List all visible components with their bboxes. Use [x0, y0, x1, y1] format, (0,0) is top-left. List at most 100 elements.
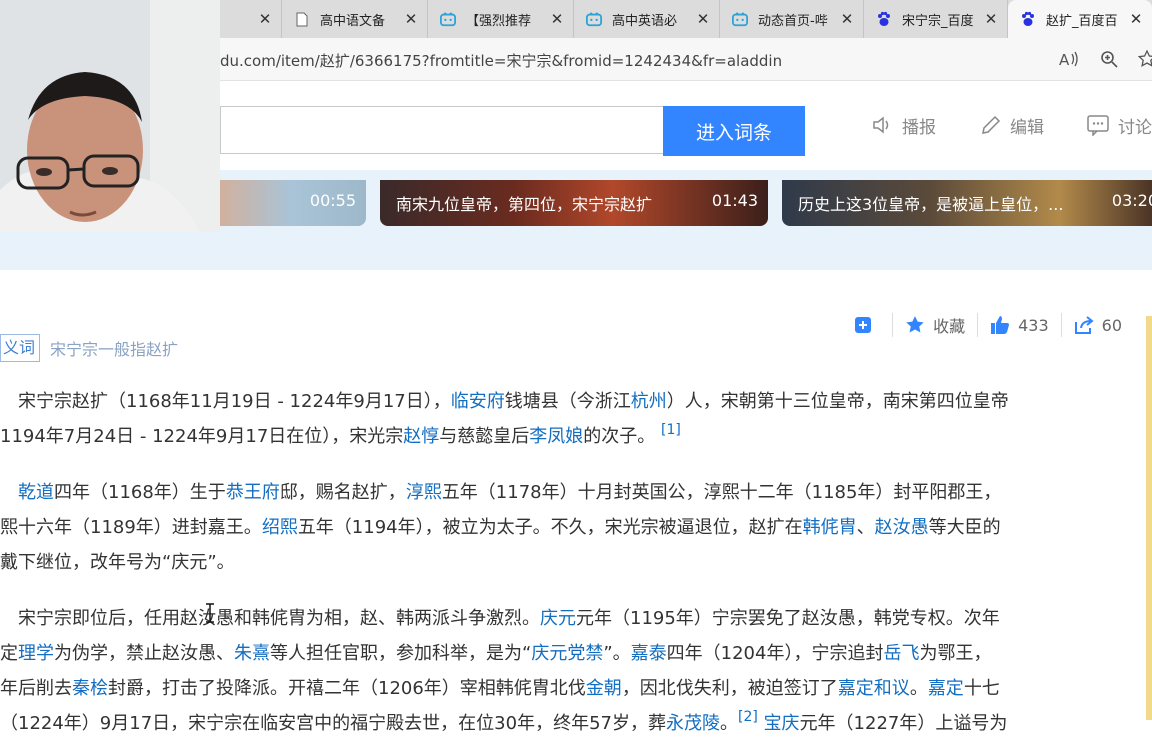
video-title: 南宋九位皇帝，第四位，宋宁宗赵扩 — [396, 195, 653, 214]
broadcast-button[interactable]: 播报 — [872, 112, 936, 138]
link[interactable]: 庆元党禁 — [531, 643, 603, 664]
speaker-icon — [873, 116, 889, 134]
link[interactable]: 岳飞 — [883, 643, 919, 664]
zoom-icon[interactable] — [1098, 48, 1120, 70]
text: 定 — [0, 643, 18, 664]
close-icon[interactable]: ✕ — [257, 10, 273, 28]
link[interactable]: 金朝 — [586, 678, 622, 699]
article-paragraph: 宋宁宗即位后，任用赵汝愚和韩侂胄为相，赵、韩两派斗争激烈。庆元元年（1195年）… — [18, 601, 1152, 636]
document-icon — [294, 11, 310, 27]
link[interactable]: 恭王府 — [226, 482, 280, 503]
link[interactable]: 秦桧 — [72, 678, 108, 699]
link[interactable]: 杭州 — [631, 391, 667, 412]
close-icon[interactable]: ✕ — [403, 10, 419, 28]
text: 宋宁宗即位后，任用赵汝愚和韩侂胄为相，赵、韩两派斗争激烈。 — [18, 608, 540, 629]
video-card[interactable]: 历史上这3位皇帝，是被逼上皇位，... 03:20 — [782, 180, 1152, 226]
close-icon[interactable]: ✕ — [1128, 10, 1144, 28]
text: 封爵，打击了投降派。开禧二年（1206年）宰相韩侂胄北伐 — [108, 678, 586, 699]
text: 的次子。 — [583, 426, 656, 447]
tab-title: 高中语文备 — [320, 13, 386, 29]
video-duration: 01:43 — [711, 191, 758, 210]
close-icon[interactable]: ✕ — [695, 10, 711, 28]
text: 。 — [719, 713, 738, 734]
browser-tab[interactable]: 【强烈推荐 ✕ — [428, 0, 574, 38]
link[interactable]: 绍熙 — [262, 517, 298, 538]
link[interactable]: 庆元 — [540, 608, 576, 629]
url-field[interactable]: du.com/item/赵扩/6366175?fromtitle=宋宁宗&fro… — [220, 50, 782, 71]
like-count: 433 — [1018, 315, 1049, 335]
text: （1224年）9月17日，宋宁宗在临安宫中的福宁殿去世，在位30年，终年57岁，… — [0, 713, 666, 734]
text: 五年（1178年）十月封英国公，淳熙十二年（1185年）封平阳郡王， — [441, 482, 1002, 503]
collect-button[interactable]: 收藏 — [892, 313, 977, 337]
browser-tab[interactable]: 动态首页-哔 ✕ — [720, 0, 864, 38]
thumbs-up-icon — [991, 316, 1010, 334]
text-line: 年后削去秦桧封爵，打击了投降派。开禧二年（1206年）宰相韩侂胄北伐金朝，因北伐… — [0, 671, 1140, 706]
text-line: （1224年）9月17日，宋宁宗在临安宫中的福宁殿去世，在位30年，终年57岁，… — [0, 706, 1140, 741]
svg-text:A: A — [1059, 51, 1070, 68]
text: 等大臣的 — [928, 517, 1001, 538]
link[interactable]: 朱熹 — [234, 643, 270, 664]
link[interactable]: 永茂陵 — [666, 713, 720, 734]
bilibili-icon — [732, 11, 748, 27]
close-icon[interactable]: ✕ — [839, 10, 855, 28]
video-duration: 03:20 — [1111, 191, 1152, 210]
citation-link[interactable]: [1] — [661, 422, 681, 438]
text: 元年（1227年）上谥号为 — [799, 713, 1008, 734]
discuss-button[interactable]: 讨论 — [1086, 112, 1152, 138]
text: 、 — [856, 517, 875, 538]
text-line: 乾道四年（1168年）生于恭王府邸，赐名赵扩，淳熙五年（1178年）十月封英国公… — [18, 475, 1152, 510]
synonym-text: 宋宁宗一般指赵扩 — [50, 340, 179, 359]
link[interactable]: 宝庆 — [764, 713, 800, 734]
link[interactable]: 理学 — [18, 643, 54, 664]
link[interactable]: 淳熙 — [406, 482, 442, 503]
article-paragraph: 宋宁宗赵扩（1168年11月19日 - 1224年9月17日），临安府钱塘县（今… — [18, 384, 1152, 419]
plus-square-icon — [855, 317, 872, 333]
edit-label: 编辑 — [1010, 117, 1044, 138]
tab-title: 高中英语必 — [612, 13, 678, 29]
article-paragraph: 定理学为伪学，禁止赵汝愚、朱熹等人担任官职，参加科举，是为“庆元党禁”。嘉泰四年… — [0, 636, 1140, 741]
close-icon[interactable]: ✕ — [983, 10, 999, 28]
pencil-icon — [982, 115, 1001, 134]
text-cursor-icon — [206, 603, 214, 623]
article-paragraph: 1194年7月24日 - 1224年9月17日在位），宋光宗赵惇与慈懿皇后李凤娘… — [0, 419, 1140, 454]
text: 1194年7月24日 - 1224年9月17日在位），宋光宗 — [0, 426, 404, 447]
share-button[interactable]: 60 — [1060, 313, 1134, 337]
bilibili-icon — [440, 11, 456, 27]
citation-link[interactable]: [2] — [738, 709, 758, 725]
video-card[interactable]: 南宋九位皇帝，第四位，宋宁宗赵扩 01:43 — [380, 180, 768, 226]
share-count: 60 — [1101, 315, 1122, 335]
link[interactable]: 嘉定 — [928, 678, 964, 699]
like-button[interactable]: 433 — [977, 313, 1061, 337]
link[interactable]: 嘉定和议 — [838, 678, 910, 699]
link[interactable]: 嘉泰 — [631, 643, 667, 664]
read-aloud-icon[interactable]: A — [1058, 48, 1080, 70]
close-icon[interactable]: ✕ — [549, 10, 565, 28]
add-to-list-button[interactable] — [842, 313, 892, 337]
text: 为鄂王， — [919, 643, 992, 664]
link[interactable]: 乾道 — [18, 482, 54, 503]
browser-tab[interactable]: 高中语文备 ✕ — [282, 0, 428, 38]
text: ）人，宋朝第十三位皇帝，南宋第四位皇帝 — [666, 391, 1009, 412]
text-line: 宋宁宗赵扩（1168年11月19日 - 1224年9月17日），临安府钱塘县（今… — [18, 384, 1152, 419]
edit-button[interactable]: 编辑 — [980, 112, 1044, 138]
link[interactable]: 赵惇 — [403, 426, 439, 447]
search-input[interactable] — [220, 106, 663, 154]
browser-tab[interactable]: 宋宁宗_百度 ✕ — [864, 0, 1008, 38]
text: 五年（1194年），被立为太子。不久，宋光宗被逼退位，赵扩在 — [297, 517, 803, 538]
enter-entry-button[interactable]: 进入词条 — [663, 106, 805, 156]
link[interactable]: 韩侂胄 — [803, 517, 857, 538]
text: 钱塘县（今浙江 — [504, 391, 631, 412]
text: 元年（1195年）宁宗罢免了赵汝愚，韩党专权。次年 — [576, 608, 1000, 629]
browser-tab-active[interactable]: 赵扩_百度百 ✕ — [1008, 0, 1152, 38]
browser-tab[interactable]: 高中英语必 ✕ — [574, 0, 720, 38]
synonym-row: 义词 宋宁宗一般指赵扩 — [0, 334, 178, 362]
favorite-star-icon[interactable] — [1136, 48, 1152, 70]
baidu-paw-icon — [1020, 11, 1036, 27]
article-paragraph: 熙十六年（1189年）进封嘉王。绍熙五年（1194年），被立为太子。不久，宋光宗… — [0, 510, 1140, 580]
link[interactable]: 赵汝愚 — [875, 517, 929, 538]
tab-title: 赵扩_百度百 — [1046, 13, 1118, 29]
synonym-badge: 义词 — [0, 334, 41, 362]
link[interactable]: 李凤娘 — [529, 426, 583, 447]
link[interactable]: 临安府 — [451, 391, 505, 412]
text: 四年（1204年），宁宗追封 — [666, 643, 884, 664]
